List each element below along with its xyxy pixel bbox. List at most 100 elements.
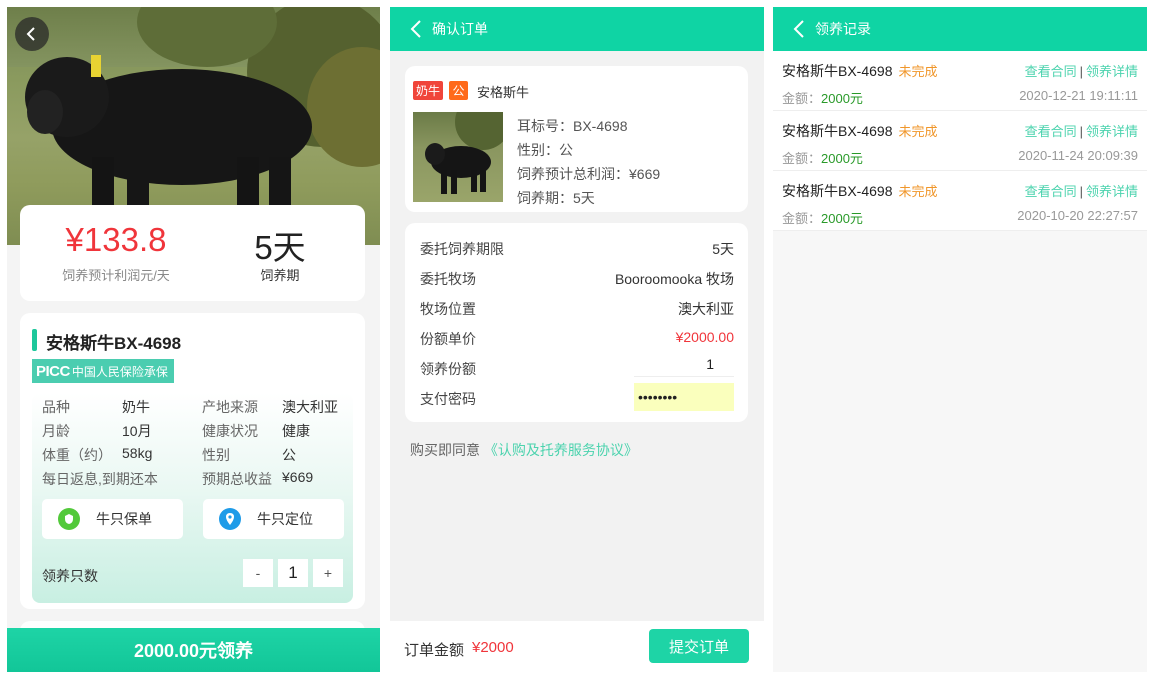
spec-panel: 品种 奶牛 产地来源 澳大利亚 月龄 10月 健康状况 健康 体重（约） 58k… bbox=[32, 393, 353, 603]
policy-button[interactable]: 牛只保单 bbox=[42, 499, 183, 539]
insurance-text: 中国人民保险承保 bbox=[71, 364, 168, 379]
link-separator: | bbox=[1079, 124, 1083, 139]
form-value: 5天 bbox=[712, 241, 734, 257]
type-tag: 奶牛 bbox=[413, 81, 444, 100]
amount-label: 金额： bbox=[782, 151, 822, 166]
cattle-info-card: 安格斯牛BX-4698 PICC 中国人民保险承保 品种 奶牛 产地来源 澳大利… bbox=[20, 313, 365, 609]
price-card: ¥133.8 饲养预计利润元/天 5天 饲养期 bbox=[20, 205, 365, 301]
form-value: Booroomooka 牧场 bbox=[614, 271, 734, 287]
spec-key: 性别 bbox=[202, 447, 230, 463]
gender-text: 性别：公 bbox=[517, 142, 573, 158]
product-card: 奶牛 公 安格斯牛 耳标号：BX-4698 性别：公 饲养预计总利润：¥669 … bbox=[405, 66, 748, 212]
record-item[interactable]: 安格斯牛BX-4698 未完成 查看合同 | 领养详情 金额：2000元 2020-1… bbox=[773, 51, 1147, 111]
form-row: 委托饲养期限 5天 bbox=[420, 239, 734, 259]
password-label: 支付密码 bbox=[420, 391, 476, 407]
view-contract-link[interactable]: 查看合同 bbox=[1025, 184, 1077, 199]
adoption-detail-link[interactable]: 领养详情 bbox=[1086, 124, 1138, 139]
record-links: 查看合同 | 领养详情 bbox=[1025, 121, 1138, 140]
record-links: 查看合同 | 领养详情 bbox=[1025, 61, 1138, 80]
policy-shield-icon bbox=[58, 508, 80, 530]
gender-tag: 公 bbox=[449, 81, 468, 100]
back-button[interactable] bbox=[15, 17, 49, 51]
record-item[interactable]: 安格斯牛BX-4698 未完成 查看合同 | 领养详情 金额：2000元 2020-1… bbox=[773, 111, 1147, 171]
submit-order-button[interactable]: 提交订单 bbox=[649, 629, 749, 663]
adopt-button[interactable]: 2000.00元领养 bbox=[7, 628, 380, 672]
record-amount: 2000元 bbox=[821, 151, 863, 166]
cattle-detail-screen: ¥133.8 饲养预计利润元/天 5天 饲养期 安格斯牛BX-4698 PICC… bbox=[7, 7, 380, 672]
spec-value: ¥669 bbox=[282, 469, 314, 485]
form-label: 牧场位置 bbox=[420, 301, 476, 317]
product-thumbnail bbox=[413, 112, 503, 202]
insurance-badge: PICC 中国人民保险承保 bbox=[32, 359, 174, 383]
locate-button-label: 牛只定位 bbox=[257, 511, 313, 527]
back-arrow-icon[interactable] bbox=[410, 19, 422, 39]
record-status: 未完成 bbox=[898, 184, 938, 199]
view-contract-link[interactable]: 查看合同 bbox=[1025, 124, 1077, 139]
daily-profit-label: 饲养预计利润元/天 bbox=[62, 268, 170, 283]
quantity-plus-button[interactable]: + bbox=[313, 559, 343, 587]
agreement-link[interactable]: 《认购及托养服务协议》 bbox=[484, 442, 638, 458]
locate-button[interactable]: 牛只定位 bbox=[203, 499, 344, 539]
spec-row: 月龄 10月 健康状况 健康 bbox=[42, 421, 352, 441]
order-form-card: 委托饲养期限 5天 委托牧场 Booroomooka 牧场 牧场位置 澳大利亚 … bbox=[405, 223, 748, 422]
record-name: 安格斯牛BX-4698 bbox=[782, 123, 893, 139]
spec-key: 产地来源 bbox=[202, 399, 258, 415]
quantity-label: 领养份额 bbox=[420, 361, 476, 377]
record-name: 安格斯牛BX-4698 bbox=[782, 183, 893, 199]
agreement-line: 购买即同意 《认购及托养服务协议》 bbox=[410, 440, 638, 460]
back-arrow-icon bbox=[26, 27, 35, 41]
title-accent-bar bbox=[32, 329, 37, 351]
spec-value: 奶牛 bbox=[122, 399, 150, 415]
adoption-detail-link[interactable]: 领养详情 bbox=[1086, 64, 1138, 79]
order-footer: 订单金额 ¥2000 提交订单 bbox=[390, 621, 764, 672]
record-amount-line: 金额：2000元 bbox=[782, 88, 863, 107]
record-amount: 2000元 bbox=[821, 91, 863, 106]
nav-title: 确认订单 bbox=[432, 21, 488, 37]
back-arrow-icon[interactable] bbox=[793, 19, 805, 39]
policy-button-label: 牛只保单 bbox=[96, 511, 152, 527]
spec-row: 品种 奶牛 产地来源 澳大利亚 bbox=[42, 397, 352, 417]
quantity-value[interactable]: 1 bbox=[278, 559, 308, 587]
unit-price-value: ¥2000.00 bbox=[675, 329, 734, 345]
ear-tag-text: 耳标号：BX-4698 bbox=[517, 118, 628, 134]
link-separator: | bbox=[1079, 64, 1083, 79]
quantity-label: 领养只数 bbox=[42, 568, 98, 584]
adoption-records-screen: 领养记录 安格斯牛BX-4698 未完成 查看合同 | 领养详情 金额：2000元 2… bbox=[773, 7, 1147, 672]
spec-value: 公 bbox=[282, 447, 296, 463]
record-status: 未完成 bbox=[898, 124, 938, 139]
spec-row: 体重（约） 58kg 性别 公 bbox=[42, 445, 352, 465]
period-value: 5天 bbox=[254, 229, 306, 266]
amount-label: 金额： bbox=[782, 211, 822, 226]
record-name-line: 安格斯牛BX-4698 未完成 bbox=[782, 61, 938, 81]
spec-key: 品种 bbox=[42, 399, 70, 415]
record-item[interactable]: 安格斯牛BX-4698 未完成 查看合同 | 领养详情 金额：2000元 2020-1… bbox=[773, 171, 1147, 231]
confirm-order-screen: 确认订单 奶牛 公 安格斯牛 耳标号：BX-4698 性别：公 饲养预计总利润：… bbox=[390, 7, 764, 672]
nav-title: 领养记录 bbox=[815, 21, 871, 37]
quantity-input[interactable] bbox=[634, 351, 734, 377]
record-time: 2020-10-20 22:27:57 bbox=[1017, 208, 1138, 223]
cattle-title: 安格斯牛BX-4698 bbox=[46, 334, 182, 353]
link-separator: | bbox=[1079, 184, 1083, 199]
daily-profit-value: ¥133.8 bbox=[65, 221, 167, 258]
form-row: 委托牧场 Booroomooka 牧场 bbox=[420, 269, 734, 289]
spec-key: 每日返息,到期还本 bbox=[42, 471, 158, 487]
picc-logo-icon: PICC bbox=[36, 362, 70, 380]
record-name-line: 安格斯牛BX-4698 未完成 bbox=[782, 121, 938, 141]
record-time: 2020-12-21 19:11:11 bbox=[1019, 88, 1138, 103]
spec-value: 澳大利亚 bbox=[282, 399, 338, 415]
total-value: ¥2000 bbox=[472, 639, 514, 656]
quantity-minus-button[interactable]: - bbox=[243, 559, 273, 587]
cow-thumbnail-image bbox=[425, 112, 503, 194]
location-pin-icon bbox=[219, 508, 241, 530]
adoption-detail-link[interactable]: 领养详情 bbox=[1086, 184, 1138, 199]
view-contract-link[interactable]: 查看合同 bbox=[1025, 64, 1077, 79]
record-name-line: 安格斯牛BX-4698 未完成 bbox=[782, 181, 938, 201]
spec-value: 10月 bbox=[122, 423, 152, 439]
record-amount-line: 金额：2000元 bbox=[782, 208, 863, 227]
record-amount-line: 金额：2000元 bbox=[782, 148, 863, 167]
spec-key: 月龄 bbox=[42, 423, 70, 439]
password-input[interactable] bbox=[634, 383, 734, 411]
record-name: 安格斯牛BX-4698 bbox=[782, 63, 893, 79]
spec-value: 58kg bbox=[122, 445, 153, 461]
record-amount: 2000元 bbox=[821, 211, 863, 226]
